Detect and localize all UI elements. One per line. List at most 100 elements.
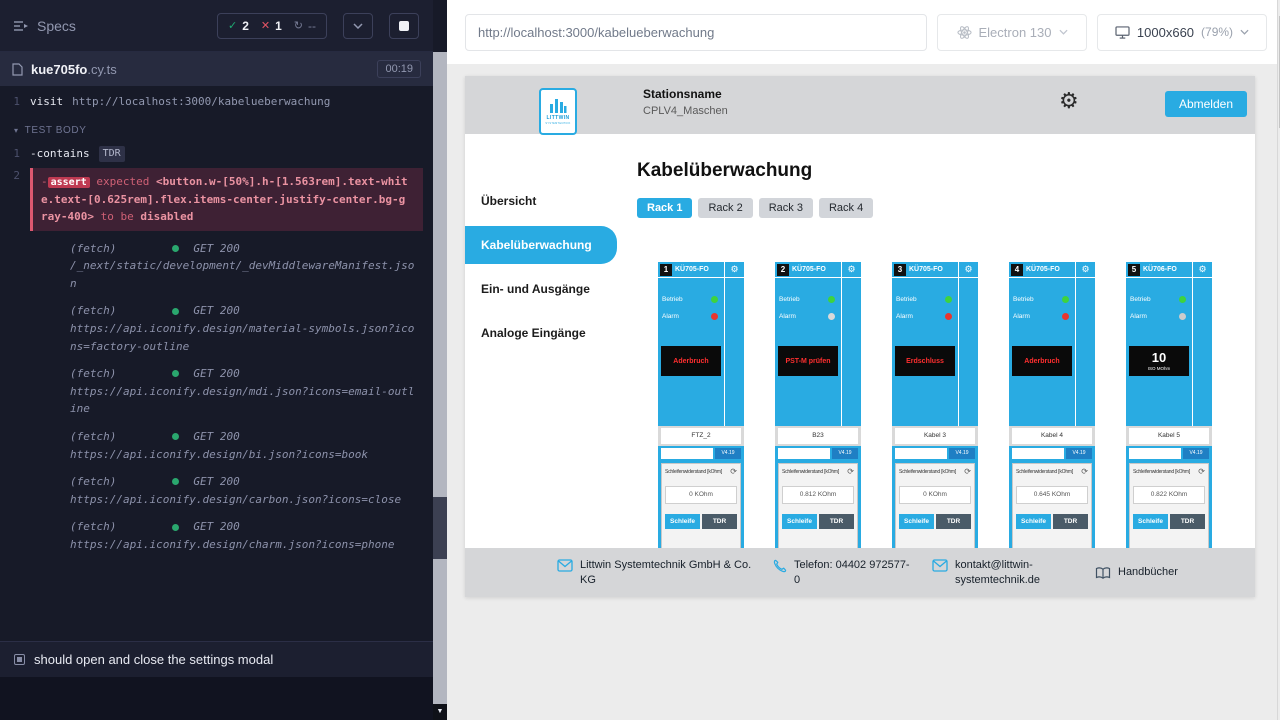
card-settings-button[interactable]: ⚙ [959,262,978,278]
secondary-field[interactable] [1012,448,1064,459]
device-card: 1 KÜ705-FO Betrieb Alarm [658,262,744,548]
collapsed-test-title[interactable]: should open and close the settings modal [0,641,433,677]
manuals-link[interactable]: Handbücher [1095,565,1178,580]
secondary-field[interactable] [1129,448,1181,459]
settings-gear-icon[interactable]: ⚙ [1059,90,1079,112]
tdr-button[interactable]: TDR [936,514,971,529]
refresh-icon[interactable]: ⟳ [1081,468,1088,476]
tdr-button[interactable]: TDR [702,514,737,529]
fetch-log-entry[interactable]: (fetch) GET 200 /_next/static/developmen… [0,233,433,296]
stop-button[interactable] [389,13,419,39]
schleife-button[interactable]: Schleife [899,514,934,529]
card-settings-button[interactable]: ⚙ [1193,262,1212,278]
fetch-log-entry[interactable]: (fetch) GET 200 https://api.iconify.desi… [0,466,433,511]
cable-name-field[interactable]: Kabel 5 [1129,428,1209,444]
reporter-header: Specs ✓2 ✕1 ↻-- [0,0,433,52]
refresh-icon[interactable]: ⟳ [964,468,971,476]
sidebar-item[interactable]: Analoge Eingänge [465,314,617,352]
tdr-button[interactable]: TDR [1170,514,1205,529]
fetch-log-entry[interactable]: (fetch) GET 200 https://api.iconify.desi… [0,511,433,556]
tdr-button[interactable]: TDR [1053,514,1088,529]
betrieb-led [1062,296,1069,303]
test-body-toggle[interactable]: ▾ TEST BODY [0,115,433,142]
spec-file-name[interactable]: kue705fo.cy.ts [31,62,117,77]
cross-icon: ✕ [261,19,270,32]
resistance-label: Schleifenwiderstand [kOhm] [899,469,956,475]
visit-command[interactable]: 1 visit http://localhost:3000/kabelueber… [0,90,433,115]
fetch-url: /_next/static/development/_devMiddleware… [70,257,419,292]
refresh-icon[interactable]: ⟳ [847,468,854,476]
version-row: V4.19 [892,446,978,460]
schleife-button[interactable]: Schleife [1133,514,1168,529]
contains-command[interactable]: 1 -contains TDR [0,142,433,167]
electron-icon [957,25,972,40]
specs-menu-button[interactable]: Specs [14,18,76,34]
browser-select[interactable]: Electron 130 [937,14,1087,51]
secondary-field[interactable] [661,448,713,459]
card-title: KÜ705-FO [792,266,826,273]
rack-tab[interactable]: Rack 4 [819,198,873,218]
rack-tab[interactable]: Rack 2 [698,198,752,218]
fetch-prefix: (fetch) [70,428,116,446]
cable-name-field[interactable]: B23 [778,428,858,444]
app-footer: Littwin Systemtechnik GmbH & Co. KG Tele… [465,548,1255,597]
reporter-bottom-strip [0,677,433,720]
sidebar-item[interactable]: Ein- und Ausgänge [465,270,617,308]
stat-pending: ↻-- [294,19,316,33]
cable-name-band: Kabel 5 [1126,426,1212,446]
card-settings-button[interactable]: ⚙ [725,262,744,278]
gear-icon: ⚙ [1198,265,1206,274]
fetch-url: https://api.iconify.design/charm.json?ic… [70,536,419,554]
url-input[interactable] [465,14,927,51]
status-ok-dot [172,433,179,440]
spec-bar: kue705fo.cy.ts 00:19 [0,52,433,86]
rack-tab[interactable]: Rack 1 [637,198,692,218]
assert-error-message: -assert expected <button.w-[50%].h-[1.56… [30,168,423,231]
betrieb-label: Betrieb [662,296,683,303]
scrollbar-thumb[interactable] [433,497,447,559]
measurement-panel: Schleifenwiderstand [kOhm] ⟳ 0 KOhm Schl… [661,463,741,548]
card-settings-button[interactable]: ⚙ [1076,262,1095,278]
assert-command[interactable]: 2 -assert expected <button.w-[50%].h-[1.… [0,166,433,233]
station-value: CPLV4_Maschen [643,105,728,117]
cable-name-field[interactable]: FTZ_2 [661,428,741,444]
collapse-chevron-button[interactable] [343,13,373,39]
specs-label: Specs [37,18,76,34]
schleife-button[interactable]: Schleife [782,514,817,529]
fetch-log-entry[interactable]: (fetch) GET 200 https://api.iconify.desi… [0,421,433,466]
fetch-url: https://api.iconify.design/bi.json?icons… [70,446,419,464]
tdr-button[interactable]: TDR [819,514,854,529]
refresh-icon[interactable]: ⟳ [730,468,737,476]
status-ok-dot [172,370,179,377]
device-card: 3 KÜ705-FO Betrieb Alarm [892,262,978,548]
version-row: V4.19 [1009,446,1095,460]
schleife-button[interactable]: Schleife [1016,514,1051,529]
cable-name-field[interactable]: Kabel 4 [1012,428,1092,444]
betrieb-label: Betrieb [1130,296,1151,303]
reporter-scrollbar[interactable]: ▼ [433,52,447,720]
resistance-value: 0 KOhm [899,486,971,504]
refresh-icon[interactable]: ⟳ [1198,468,1205,476]
sidebar-item[interactable]: Übersicht [465,182,617,220]
gear-icon: ⚙ [1081,265,1089,274]
schleife-button[interactable]: Schleife [665,514,700,529]
assert-badge: assert [48,177,90,188]
cable-name-field[interactable]: Kabel 3 [895,428,975,444]
fetch-method: GET 200 [193,428,239,446]
secondary-field[interactable] [778,448,830,459]
chevron-down-icon [1059,29,1068,35]
fetch-log-entry[interactable]: (fetch) GET 200 https://api.iconify.desi… [0,358,433,421]
card-settings-button[interactable]: ⚙ [842,262,861,278]
card-title: KÜ705-FO [1026,266,1060,273]
secondary-field[interactable] [895,448,947,459]
scroll-down-arrow-icon[interactable]: ▼ [433,704,447,720]
line-number: 1 [0,94,30,111]
cable-name-band: FTZ_2 [658,426,744,446]
logout-button[interactable]: Abmelden [1165,91,1247,117]
status-display: Aderbruch [1012,346,1072,376]
rack-tab[interactable]: Rack 3 [759,198,813,218]
version-row: V4.19 [658,446,744,460]
sidebar-item[interactable]: Kabelüberwachung [465,226,617,264]
fetch-log-entry[interactable]: (fetch) GET 200 https://api.iconify.desi… [0,295,433,358]
viewport-select[interactable]: 1000x660 (79%) [1097,14,1267,51]
